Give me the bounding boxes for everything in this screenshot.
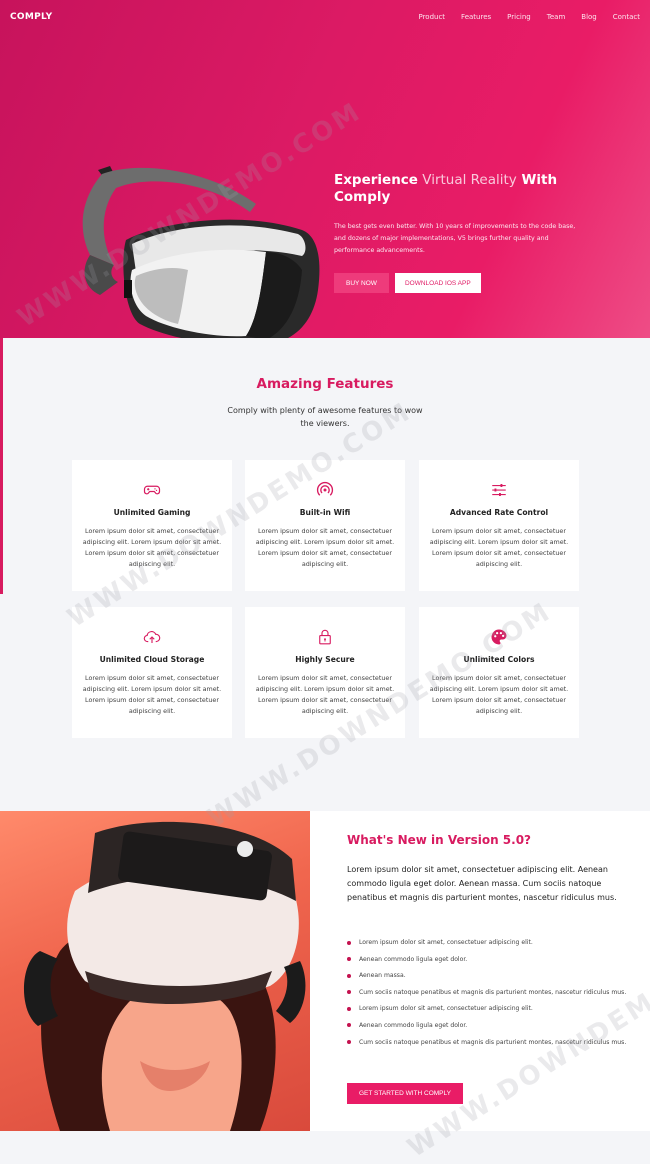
feature-card-title: Advanced Rate Control: [449, 508, 549, 517]
feature-card-title: Highly Secure: [295, 655, 355, 664]
feature-card-text: Lorem ipsum dolor sit amet, consectetuer…: [255, 674, 395, 715]
whats-new-title: What's New in Version 5.0?: [347, 833, 532, 847]
feature-card-text: Lorem ipsum dolor sit amet, consectetuer…: [429, 674, 569, 715]
sliders-icon: [492, 484, 506, 496]
cloud-upload-icon: [143, 631, 161, 643]
list-item: Lorem ipsum dolor sit amet, consectetuer…: [347, 938, 632, 947]
hero-text: Experience Virtual Reality With Comply T…: [334, 172, 584, 293]
feature-card-cloud: Unlimited Cloud Storage Lorem ipsum dolo…: [72, 607, 232, 738]
whats-new-list: Lorem ipsum dolor sit amet, consectetuer…: [347, 938, 632, 1054]
feature-card-rate-control: Advanced Rate Control Lorem ipsum dolor …: [419, 460, 579, 591]
nav-menu: Product Features Pricing Team Blog Conta…: [418, 13, 640, 21]
nav-item-product[interactable]: Product: [418, 13, 445, 21]
nav-item-pricing[interactable]: Pricing: [507, 13, 531, 21]
palette-icon: [491, 629, 507, 645]
feature-card-title: Built-in Wifi: [299, 508, 351, 517]
nav-item-contact[interactable]: Contact: [613, 13, 640, 21]
feature-card-title: Unlimited Gaming: [113, 508, 191, 517]
download-ios-app-button[interactable]: DOWNLOAD IOS APP: [394, 273, 481, 293]
feature-card-text: Lorem ipsum dolor sit amet, consectetuer…: [255, 527, 395, 568]
feature-card-security: Highly Secure Lorem ipsum dolor sit amet…: [245, 607, 405, 738]
vr-user-photo: [0, 811, 310, 1131]
buy-now-button[interactable]: BUY NOW: [334, 273, 389, 293]
list-item: Aenean massa.: [347, 971, 632, 980]
feature-card-text: Lorem ipsum dolor sit amet, consectetuer…: [429, 527, 569, 568]
whats-new-lead: Lorem ipsum dolor sit amet, consectetuer…: [347, 865, 617, 902]
logo[interactable]: COMPLY: [10, 12, 52, 22]
feature-card-wifi: Built-in Wifi Lorem ipsum dolor sit amet…: [245, 460, 405, 591]
nav-item-team[interactable]: Team: [547, 13, 566, 21]
feature-card-gaming: Unlimited Gaming Lorem ipsum dolor sit a…: [72, 460, 232, 591]
hero-section: COMPLY Product Features Pricing Team Blo…: [0, 0, 650, 338]
whats-new-section: What's New in Version 5.0? Lorem ipsum d…: [0, 811, 650, 1131]
nav-item-features[interactable]: Features: [461, 13, 491, 21]
hero-description: The best gets even better. With 10 years…: [334, 223, 576, 254]
lock-icon: [319, 629, 331, 645]
hero-buttons: BUY NOW DOWNLOAD IOS APP: [334, 273, 584, 293]
feature-card-text: Lorem ipsum dolor sit amet, consectetuer…: [82, 527, 222, 568]
vr-headset-image: [82, 166, 320, 338]
hero-title: Experience Virtual Reality With Comply: [334, 172, 558, 205]
list-item: Cum sociis natoque penatibus et magnis d…: [347, 1038, 632, 1047]
feature-card-title: Unlimited Cloud Storage: [99, 655, 205, 664]
list-item: Aenean commodo ligula eget dolor.: [347, 955, 632, 964]
gamepad-icon: [143, 485, 161, 495]
features-subtitle: Comply with plenty of awesome features t…: [227, 406, 423, 428]
list-item: Cum sociis natoque penatibus et magnis d…: [347, 988, 632, 997]
top-nav: COMPLY Product Features Pricing Team Blo…: [0, 0, 650, 34]
vr-user-illustration: [23, 821, 306, 1131]
nav-item-blog[interactable]: Blog: [581, 13, 596, 21]
get-started-button[interactable]: GET STARTED WITH COMPLY: [347, 1083, 463, 1104]
list-item: Aenean commodo ligula eget dolor.: [347, 1021, 632, 1030]
feature-card-text: Lorem ipsum dolor sit amet, consectetuer…: [82, 674, 222, 715]
list-item: Lorem ipsum dolor sit amet, consectetuer…: [347, 1004, 632, 1013]
features-title: Amazing Features: [256, 376, 394, 392]
feature-card-colors: Unlimited Colors Lorem ipsum dolor sit a…: [419, 607, 579, 738]
wifi-icon: [316, 481, 334, 496]
feature-card-title: Unlimited Colors: [463, 655, 535, 664]
